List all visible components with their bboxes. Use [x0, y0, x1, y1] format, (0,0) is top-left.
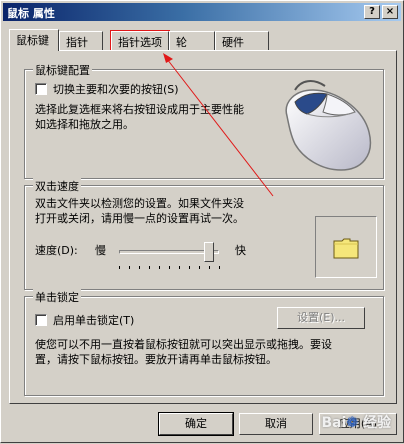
speed-slider-tick: [159, 266, 160, 269]
folder-icon[interactable]: [333, 237, 359, 259]
double-click-group: 双击速度 双击文件夹以检测您的设置。如果文件夹没 打开或关闭，请用慢一点的设置再…: [24, 178, 384, 290]
tab-wheel[interactable]: 轮: [169, 31, 215, 50]
ok-button[interactable]: 确定: [158, 412, 234, 436]
mouse-icon: [285, 80, 372, 171]
speed-slider-tick: [129, 266, 130, 269]
button-config-group: 鼠标键配置 切换主要和次要的按钮(S) 选择此复选框来将右按钮设成用于主要性能 …: [24, 62, 384, 179]
title-bar[interactable]: 鼠标 属性 ? ×: [3, 3, 401, 21]
click-lock-settings-button[interactable]: 设置(E)...: [277, 307, 365, 329]
test-area[interactable]: [315, 216, 377, 278]
speed-slider-tick: [179, 266, 180, 269]
speed-slider-tick: [189, 266, 190, 269]
speed-slider-tick: [149, 266, 150, 269]
speed-slider-thumb[interactable]: [204, 242, 214, 262]
click-lock-desc-1: 使您可以不用一直按着鼠标按钮就可以突出显示或拖拽。要设: [35, 338, 332, 351]
double-click-desc-2: 打开或关闭，请用慢一点的设置再试一次。: [35, 212, 244, 225]
button-config-label: 鼠标键配置: [33, 62, 92, 78]
speed-slider-tick: [219, 266, 220, 269]
cancel-button[interactable]: 取消: [239, 413, 313, 435]
click-lock-group: 单击锁定 启用单击锁定(T) 设置(E)... 使您可以不用一直按着鼠标按钮就可…: [24, 289, 384, 396]
tab-hardware[interactable]: 硬件: [215, 31, 269, 50]
click-lock-label: 单击锁定: [33, 289, 81, 305]
tab-pointers[interactable]: 指针: [59, 31, 103, 50]
speed-fast-label: 快: [235, 244, 246, 257]
tab-pointer-options[interactable]: 指针选项: [110, 30, 170, 51]
baidu-watermark: Bai❁ 经验: [321, 415, 391, 431]
button-config-desc-1: 选择此复选框来将右按钮设成用于主要性能: [35, 103, 244, 116]
speed-slider-tick: [169, 266, 170, 269]
button-config-desc-2: 如选择和拖放之用。: [35, 118, 134, 131]
speed-slider-tick: [209, 266, 210, 269]
speed-label: 速度(D):: [35, 244, 78, 257]
speed-slow-label: 慢: [95, 244, 106, 257]
click-lock-desc-2: 置，请按下鼠标按钮。要放开请再单击鼠标按钮。: [35, 353, 277, 366]
speed-slider-tick: [139, 266, 140, 269]
switch-buttons-label[interactable]: 切换主要和次要的按钮(S): [53, 82, 179, 97]
tab-buttons[interactable]: 鼠标键: [9, 29, 59, 51]
double-click-label: 双击速度: [33, 178, 81, 194]
speed-slider-tick: [119, 266, 120, 269]
switch-buttons-checkbox[interactable]: [35, 83, 47, 95]
speed-slider-tick: [199, 266, 200, 269]
help-button[interactable]: ?: [364, 5, 380, 19]
double-click-desc-1: 双击文件夹以检测您的设置。如果文件夹没: [35, 197, 244, 210]
close-button[interactable]: ×: [382, 5, 398, 19]
window-title: 鼠标 属性: [7, 7, 55, 20]
click-lock-checkbox[interactable]: [35, 314, 47, 326]
tab-panel: 鼠标键配置 切换主要和次要的按钮(S) 选择此复选框来将右按钮设成用于主要性能 …: [9, 50, 397, 404]
mouse-properties-window: 鼠标 属性 ? × 鼠标键 指针 指针选项 轮 硬件 鼠标键配置 切换主要和次要…: [0, 0, 404, 443]
click-lock-checkbox-label[interactable]: 启用单击锁定(T): [53, 313, 134, 328]
